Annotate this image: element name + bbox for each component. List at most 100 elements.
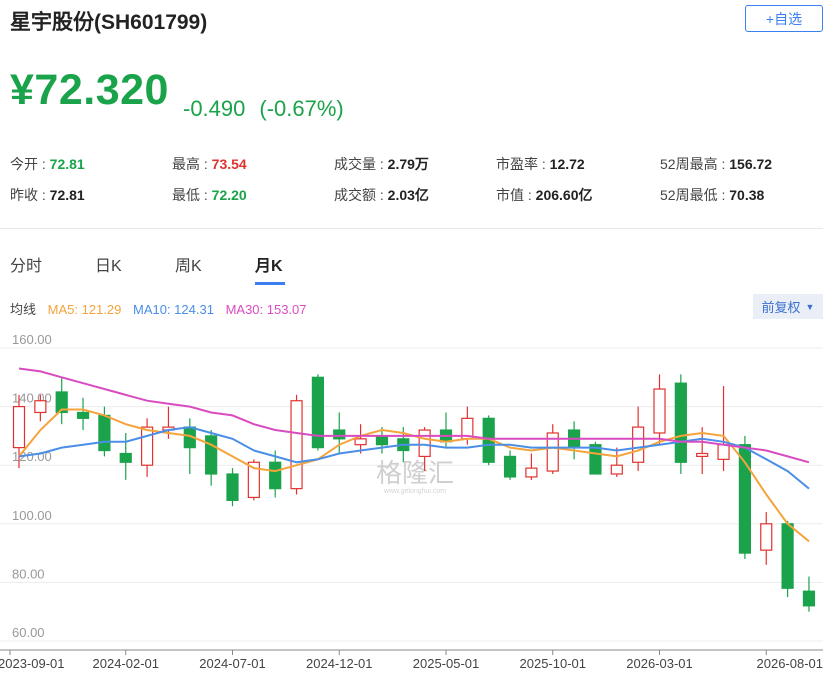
candle — [525, 453, 538, 480]
stat-open: 今开 : 72.81 — [10, 156, 85, 172]
stat-52wk-high: 52周最高 : 156.72 — [660, 156, 773, 172]
candle — [781, 520, 794, 598]
stat-market-cap: 市值 : 206.60亿 — [496, 187, 593, 203]
stat-pe-value: 12.72 — [549, 156, 585, 172]
watermark-url: www.gelonghui.com — [383, 488, 446, 495]
candle — [311, 374, 324, 451]
candle — [653, 374, 666, 445]
candle-body — [311, 376, 324, 449]
tab-monthly-k[interactable]: 月K — [255, 252, 283, 276]
kline-chart[interactable]: 160.00140.00120.00100.0080.0060.00 格隆汇 w… — [0, 330, 831, 675]
candle — [760, 512, 773, 565]
y-tick-label: 100.00 — [12, 508, 52, 523]
x-tick-label: 2023-09-01 — [0, 656, 65, 671]
current-price: ¥72.320 — [10, 66, 169, 114]
candle-body — [653, 388, 666, 434]
candle — [589, 441, 602, 475]
change-value: -0.490 — [183, 96, 246, 121]
candle — [290, 394, 303, 495]
candle — [567, 421, 581, 460]
candle — [738, 435, 752, 559]
candle-body — [76, 411, 90, 419]
candle-body — [632, 426, 645, 463]
stat-pe: 市盈率 : 12.72 — [496, 156, 585, 172]
candle-body — [269, 461, 282, 490]
y-tick-label: 160.00 — [12, 332, 52, 347]
candle-body — [781, 523, 794, 589]
candle-body — [418, 429, 431, 458]
stat-52wk-low: 52周最低 : 70.38 — [660, 187, 765, 203]
x-tick-label: 2026-08-01 — [757, 656, 824, 671]
candle — [55, 377, 68, 425]
ma10-value: MA10: 124.31 — [132, 302, 214, 317]
candle — [610, 447, 623, 477]
candle — [76, 397, 90, 431]
y-tick-label: 80.00 — [12, 566, 45, 581]
stat-prev-close-value: 72.81 — [49, 187, 85, 203]
active-tab-indicator — [255, 282, 285, 285]
y-axis-labels: 160.00140.00120.00100.0080.0060.00 — [12, 332, 52, 640]
price-adjust-label: 前复权 — [761, 300, 801, 315]
add-to-watchlist-button[interactable]: +自选 — [745, 5, 823, 32]
divider — [0, 228, 823, 229]
candle-body — [34, 400, 47, 414]
stat-volume: 成交量 : 2.79万 — [334, 156, 429, 172]
candle — [802, 576, 816, 612]
watermark-text: 格隆汇 — [376, 459, 454, 489]
candle-body — [760, 523, 773, 551]
candle-body — [119, 452, 132, 463]
stat-52wk-high-value: 156.72 — [729, 156, 773, 172]
y-tick-label: 60.00 — [12, 625, 45, 640]
candle-body — [696, 452, 709, 458]
candle — [141, 418, 154, 477]
x-tick-label: 2025-05-01 — [413, 656, 480, 671]
x-tick-label: 2024-12-01 — [306, 656, 373, 671]
page-title: 星宇股份(SH601799) — [10, 11, 208, 34]
price-change: -0.490 (-0.67%) — [183, 96, 358, 122]
ma-legend: 均线 MA5: 121.29 MA10: 124.31 MA30: 153.07 — [10, 299, 315, 318]
candle-body — [375, 435, 389, 446]
x-tick-label: 2024-07-01 — [199, 656, 266, 671]
candle — [503, 450, 517, 480]
candle-body — [674, 382, 687, 463]
candle-body — [12, 405, 26, 449]
stat-high: 最高 : 73.54 — [172, 156, 247, 172]
candle — [205, 430, 218, 486]
tab-weekly-k[interactable]: 周K — [175, 252, 202, 276]
ma-lines — [18, 367, 810, 543]
stat-low-value: 72.20 — [211, 187, 247, 203]
ma-legend-label: 均线 — [10, 302, 37, 317]
watermark: 格隆汇 www.gelonghui.com — [376, 459, 454, 495]
candle-body — [333, 429, 346, 440]
caret-down-icon: ▼ — [805, 301, 815, 312]
tab-intraday[interactable]: 分时 — [10, 252, 42, 276]
candle-body — [141, 426, 154, 466]
candle-body — [226, 473, 239, 501]
candle-body — [98, 414, 111, 452]
candle-body — [717, 444, 730, 460]
x-tick-label: 2026-03-01 — [626, 656, 693, 671]
change-percent: (-0.67%) — [259, 96, 344, 121]
candle-body — [503, 455, 517, 478]
tab-daily-k[interactable]: 日K — [95, 252, 122, 276]
ma5-value: MA5: 121.29 — [47, 302, 122, 317]
stat-high-value: 73.54 — [211, 156, 247, 172]
x-tick-label: 2024-02-01 — [93, 656, 160, 671]
stat-open-value: 72.81 — [49, 156, 85, 172]
candle-body — [525, 467, 538, 478]
stat-turnover: 成交额 : 2.03亿 — [334, 187, 429, 203]
candle-body — [354, 438, 367, 446]
candle-body — [802, 590, 816, 607]
candle-body — [610, 464, 623, 475]
stat-volume-value: 2.79万 — [387, 156, 429, 172]
candle — [226, 468, 239, 507]
ma30-line — [18, 367, 810, 464]
stat-prev-close: 昨收 : 72.81 — [10, 187, 85, 203]
price-adjust-dropdown[interactable]: 前复权 ▼ — [753, 294, 823, 319]
stat-turnover-value: 2.03亿 — [387, 187, 429, 203]
x-axis: 2023-09-01 2024-02-01 2024-07-01 2024-12-01… — [0, 649, 824, 671]
candle — [717, 386, 730, 472]
x-tick-label: 2025-10-01 — [520, 656, 587, 671]
stat-low: 最低 : 72.20 — [172, 187, 247, 203]
ma30-value: MA30: 153.07 — [225, 302, 307, 317]
